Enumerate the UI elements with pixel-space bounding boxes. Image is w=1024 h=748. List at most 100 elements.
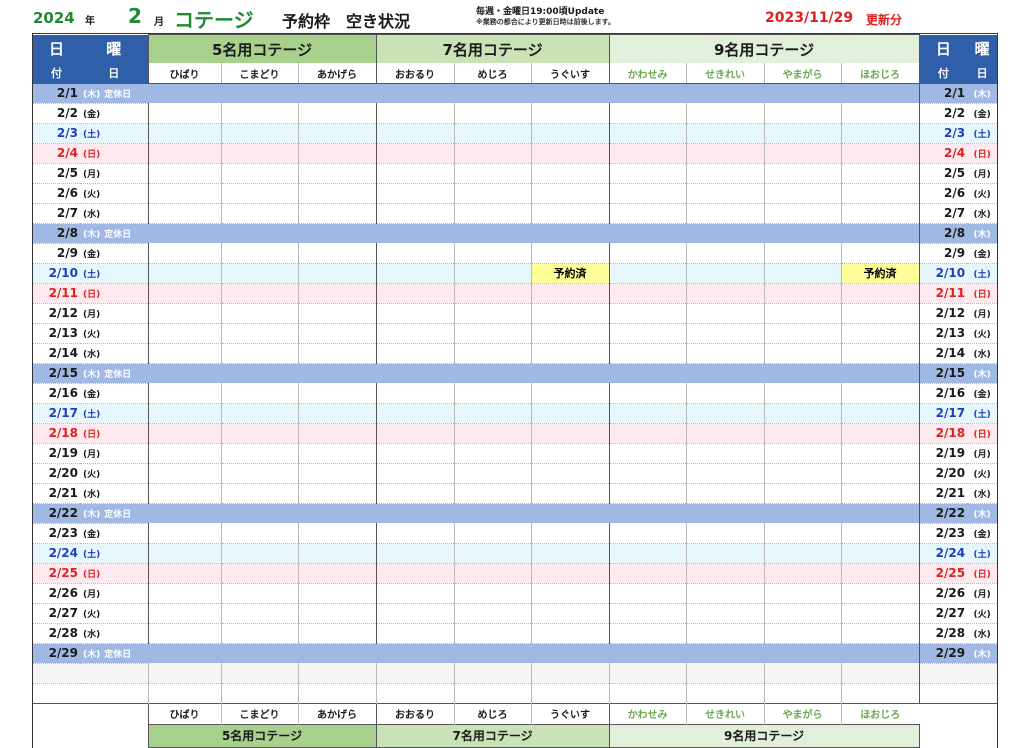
slot-cell[interactable] [840, 543, 920, 564]
slot-cell[interactable] [220, 543, 298, 564]
slot-cell[interactable] [297, 163, 377, 184]
slot-cell[interactable] [453, 323, 532, 344]
slot-cell[interactable] [375, 583, 455, 604]
slot-cell[interactable] [220, 123, 298, 144]
slot-cell[interactable] [147, 383, 221, 404]
slot-cell[interactable] [608, 483, 687, 504]
slot-cell[interactable] [685, 383, 765, 404]
slot-cell[interactable] [453, 383, 532, 404]
slot-cell[interactable] [763, 103, 842, 124]
slot-cell[interactable] [685, 603, 765, 624]
slot-cell[interactable] [763, 243, 842, 264]
slot-cell[interactable] [840, 603, 920, 624]
slot-cell[interactable] [840, 343, 920, 364]
slot-cell[interactable] [763, 583, 842, 604]
slot-cell[interactable] [147, 543, 221, 564]
slot-cell[interactable] [530, 563, 610, 584]
slot-cell[interactable] [840, 623, 920, 644]
slot-cell[interactable] [840, 243, 920, 264]
slot-cell[interactable] [453, 103, 532, 124]
slot-cell[interactable] [375, 383, 455, 404]
slot-cell[interactable] [147, 443, 221, 464]
slot-cell[interactable] [453, 123, 532, 144]
slot-cell[interactable] [375, 403, 455, 424]
slot-cell[interactable] [147, 143, 221, 164]
slot-cell[interactable] [530, 423, 610, 444]
slot-cell[interactable] [147, 583, 221, 604]
slot-cell[interactable] [220, 403, 298, 424]
slot-cell[interactable] [220, 103, 298, 124]
slot-cell[interactable] [530, 103, 610, 124]
slot-cell[interactable] [220, 283, 298, 304]
slot-cell[interactable] [375, 343, 455, 364]
slot-cell[interactable] [147, 283, 221, 304]
slot-cell[interactable] [453, 603, 532, 624]
slot-cell[interactable]: 予約済 [530, 263, 610, 284]
slot-cell[interactable] [608, 243, 687, 264]
slot-cell[interactable] [763, 263, 842, 284]
slot-cell[interactable] [453, 563, 532, 584]
slot-cell[interactable] [297, 623, 377, 644]
slot-cell[interactable] [685, 103, 765, 124]
slot-cell[interactable] [220, 423, 298, 444]
slot-cell[interactable] [530, 543, 610, 564]
slot-cell[interactable] [685, 403, 765, 424]
slot-cell[interactable] [608, 463, 687, 484]
slot-cell[interactable] [763, 483, 842, 504]
slot-cell[interactable] [763, 163, 842, 184]
slot-cell[interactable] [685, 283, 765, 304]
slot-cell[interactable] [530, 403, 610, 424]
slot-cell[interactable] [453, 203, 532, 224]
slot-cell[interactable] [375, 123, 455, 144]
slot-cell[interactable] [147, 203, 221, 224]
slot-cell[interactable] [220, 523, 298, 544]
slot-cell[interactable] [297, 563, 377, 584]
slot-cell[interactable] [685, 343, 765, 364]
slot-cell[interactable] [685, 263, 765, 284]
slot-cell[interactable] [840, 483, 920, 504]
slot-cell[interactable] [763, 283, 842, 304]
slot-cell[interactable] [220, 463, 298, 484]
slot-cell[interactable] [608, 583, 687, 604]
slot-cell[interactable] [375, 443, 455, 464]
slot-cell[interactable] [763, 563, 842, 584]
slot-cell[interactable] [840, 463, 920, 484]
slot-cell[interactable] [220, 343, 298, 364]
slot-cell[interactable] [840, 163, 920, 184]
slot-cell[interactable] [297, 483, 377, 504]
slot-cell[interactable] [763, 123, 842, 144]
slot-cell[interactable] [453, 463, 532, 484]
slot-cell[interactable] [840, 283, 920, 304]
slot-cell[interactable] [763, 403, 842, 424]
slot-cell[interactable] [685, 443, 765, 464]
slot-cell[interactable] [297, 523, 377, 544]
slot-cell[interactable] [375, 563, 455, 584]
slot-cell[interactable] [685, 143, 765, 164]
slot-cell[interactable] [530, 343, 610, 364]
slot-cell[interactable] [375, 203, 455, 224]
slot-cell[interactable] [608, 423, 687, 444]
slot-cell[interactable] [685, 623, 765, 644]
slot-cell[interactable] [608, 123, 687, 144]
slot-cell[interactable] [530, 383, 610, 404]
slot-cell[interactable] [147, 623, 221, 644]
slot-cell[interactable] [375, 623, 455, 644]
slot-cell[interactable] [840, 143, 920, 164]
slot-cell[interactable] [685, 323, 765, 344]
slot-cell[interactable] [453, 183, 532, 204]
slot-cell[interactable] [608, 163, 687, 184]
slot-cell[interactable] [375, 283, 455, 304]
slot-cell[interactable] [763, 443, 842, 464]
slot-cell[interactable] [685, 463, 765, 484]
slot-cell[interactable] [763, 303, 842, 324]
slot-cell[interactable] [147, 423, 221, 444]
slot-cell[interactable] [840, 323, 920, 344]
slot-cell[interactable] [375, 463, 455, 484]
slot-cell[interactable] [375, 143, 455, 164]
slot-cell[interactable] [453, 583, 532, 604]
slot-cell[interactable] [685, 183, 765, 204]
slot-cell[interactable] [608, 143, 687, 164]
slot-cell[interactable] [530, 323, 610, 344]
slot-cell[interactable] [147, 303, 221, 324]
slot-cell[interactable] [297, 343, 377, 364]
